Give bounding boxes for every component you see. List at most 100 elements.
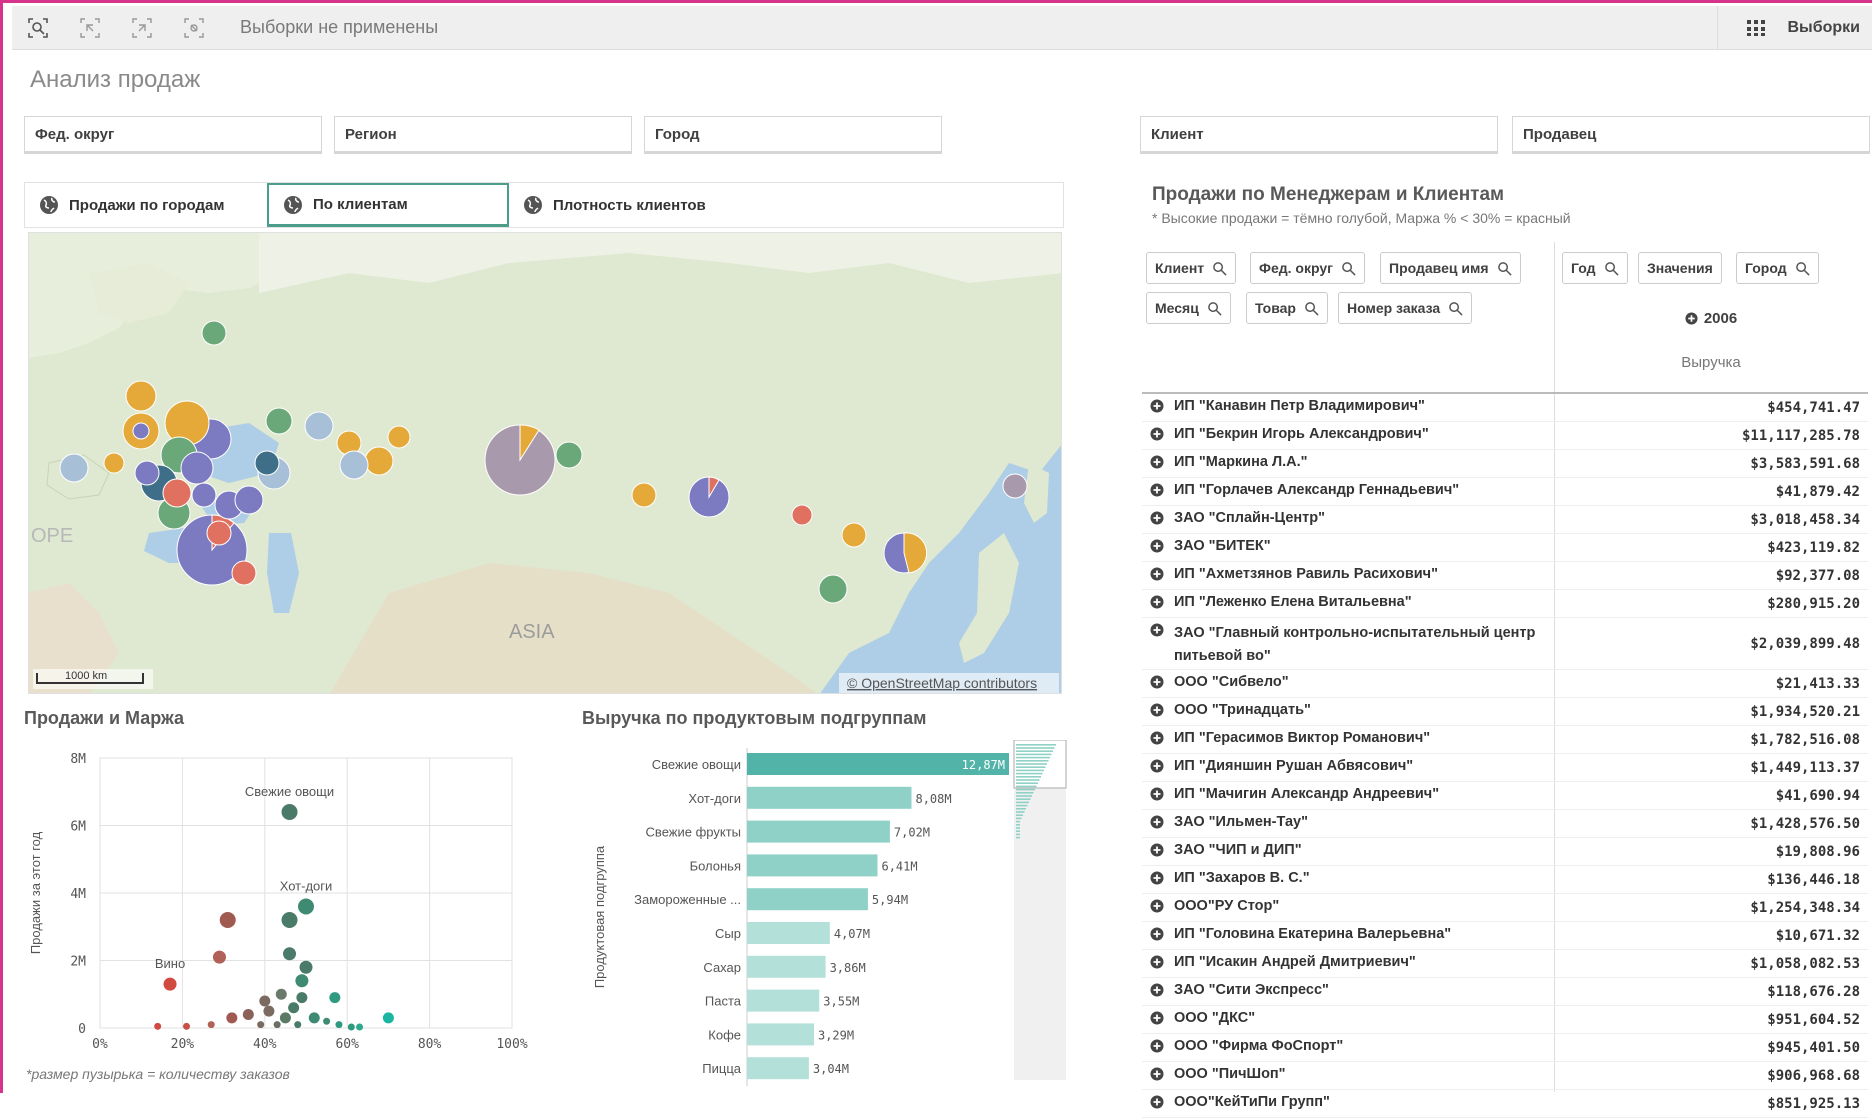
table-row[interactable]: ИП "Головина Екатерина Валерьевна"$10,67… (1142, 922, 1868, 950)
bar[interactable] (747, 1023, 814, 1045)
clear-all-icon[interactable] (168, 6, 220, 50)
city-bubble[interactable] (135, 461, 159, 485)
scatter-point[interactable] (280, 1012, 291, 1023)
city-bubble[interactable] (104, 453, 124, 473)
table-row[interactable]: ЗАО "Ильмен-Тау"$1,428,576.50 (1142, 810, 1868, 838)
table-row[interactable]: ООО "Тринадцать"$1,934,520.21 (1142, 698, 1868, 726)
expand-icon[interactable] (1150, 427, 1164, 441)
table-row[interactable]: ИП "Захаров В. С."$136,446.18 (1142, 866, 1868, 894)
tab-sales-by-city[interactable]: Продажи по городам (25, 183, 267, 227)
city-bubble[interactable] (181, 452, 213, 484)
expand-icon[interactable] (1150, 759, 1164, 773)
city-bubble[interactable] (842, 523, 866, 547)
filter-city[interactable]: Город (644, 116, 942, 154)
table-row[interactable]: ЗАО "ЧИП и ДИП"$19,808.96 (1142, 838, 1868, 866)
scatter-point[interactable] (323, 1018, 330, 1025)
filter-seller[interactable]: Продавец (1512, 116, 1870, 154)
tab-by-clients[interactable]: По клиентам (267, 183, 509, 227)
expand-icon[interactable] (1150, 675, 1164, 689)
city-bubble[interactable] (163, 479, 191, 507)
scatter-point[interactable] (243, 1009, 254, 1020)
scatter-point[interactable] (154, 1023, 161, 1030)
table-row[interactable]: ИП "Исакин Андрей Дмитриевич"$1,058,082.… (1142, 950, 1868, 978)
bar[interactable] (747, 990, 819, 1012)
scatter-point[interactable] (296, 992, 307, 1003)
scatter-point[interactable] (220, 912, 236, 928)
expand-icon[interactable] (1150, 539, 1164, 553)
scatter-point[interactable] (274, 1021, 281, 1028)
bar[interactable] (747, 787, 911, 809)
table-row[interactable]: ЗАО "Сплайн-Центр"$3,018,458.34 (1142, 506, 1868, 534)
dim-chip-client[interactable]: Клиент (1146, 252, 1236, 284)
city-bubble[interactable] (340, 451, 368, 479)
table-row[interactable]: ИП "Канавин Петр Владимирович"$454,741.4… (1142, 394, 1868, 422)
scatter-point[interactable] (164, 978, 177, 991)
table-row[interactable]: ЗАО "Сити Экспресс"$118,676.28 (1142, 978, 1868, 1006)
city-bubble[interactable] (192, 483, 216, 507)
expand-icon[interactable] (1150, 843, 1164, 857)
table-row[interactable]: ООО "Фирма ФоСпорт"$945,401.50 (1142, 1034, 1868, 1062)
expand-icon[interactable] (1150, 1011, 1164, 1025)
city-bubble[interactable] (60, 454, 88, 482)
expand-icon[interactable] (1150, 511, 1164, 525)
city-bubble[interactable] (556, 442, 582, 468)
table-row[interactable]: ООО "Сибвело"$21,413.33 (1142, 670, 1868, 698)
scatter-point[interactable] (300, 961, 313, 974)
scatter-point[interactable] (282, 804, 298, 820)
city-bubble[interactable] (255, 451, 279, 475)
table-row[interactable]: ИП "Леженко Елена Витальевна"$280,915.20 (1142, 590, 1868, 618)
dim-chip-city[interactable]: Город (1736, 252, 1819, 284)
expand-icon[interactable] (1150, 787, 1164, 801)
selections-tool-button[interactable]: Выборки (1717, 6, 1872, 50)
table-row[interactable]: ООО"РУ Стор"$1,254,348.34 (1142, 894, 1868, 922)
city-bubble[interactable] (202, 321, 226, 345)
table-row[interactable]: ИП "Дияншин Рушан Абвясович"$1,449,113.3… (1142, 754, 1868, 782)
scatter-point[interactable] (263, 1006, 274, 1017)
dim-chip-values[interactable]: Значения (1638, 252, 1722, 284)
scatter-point[interactable] (183, 1023, 190, 1030)
step-back-icon[interactable] (64, 6, 116, 50)
expand-icon[interactable] (1150, 483, 1164, 497)
city-bubble[interactable] (232, 561, 256, 585)
city-bubble[interactable] (235, 486, 263, 514)
step-forward-icon[interactable] (116, 6, 168, 50)
filter-client[interactable]: Клиент (1140, 116, 1498, 154)
table-row[interactable]: ЗАО "БИТЕК"$423,119.82 (1142, 534, 1868, 562)
scatter-point[interactable] (276, 989, 287, 1000)
table-row[interactable]: ИП "Бекрин Игорь Александрович"$11,117,2… (1142, 422, 1868, 450)
dim-chip-seller[interactable]: Продавец имя (1380, 252, 1521, 284)
city-bubble[interactable] (266, 408, 292, 434)
table-row[interactable]: ИП "Мачигин Александр Андреевич"$41,690.… (1142, 782, 1868, 810)
city-bubble[interactable] (388, 426, 410, 448)
bar[interactable] (747, 956, 826, 978)
expand-icon[interactable] (1150, 927, 1164, 941)
bar-chart[interactable]: Продуктовая подгруппаСвежие овощи12,87MХ… (582, 740, 1072, 1086)
city-bubble[interactable] (1003, 474, 1027, 498)
smart-search-icon[interactable] (12, 6, 64, 50)
city-bubble[interactable] (207, 521, 231, 545)
filter-fed-okrug[interactable]: Фед. округ (24, 116, 322, 154)
dim-chip-product[interactable]: Товар (1246, 292, 1328, 324)
bar[interactable] (747, 888, 868, 910)
table-row[interactable]: ЗАО "Главный контрольно-испытательный це… (1142, 618, 1868, 670)
table-row[interactable]: ИП "Ахметзянов Равиль Расихович"$92,377.… (1142, 562, 1868, 590)
table-row[interactable]: ООО "ПичШоп"$906,968.68 (1142, 1062, 1868, 1090)
scatter-point[interactable] (335, 1021, 342, 1028)
dim-chip-month[interactable]: Месяц (1146, 292, 1231, 324)
scatter-point[interactable] (329, 992, 340, 1003)
dim-chip-fed-okrug[interactable]: Фед. округ (1250, 252, 1365, 284)
filter-region[interactable]: Регион (334, 116, 632, 154)
table-row[interactable]: ИП "Герасимов Виктор Романович"$1,782,51… (1142, 726, 1868, 754)
column-header-year[interactable]: 2006 (1556, 302, 1866, 336)
scatter-point[interactable] (348, 1023, 355, 1030)
expand-icon[interactable] (1150, 703, 1164, 717)
table-row[interactable]: ИП "Горлачев Александр Геннадьевич"$41,8… (1142, 478, 1868, 506)
scatter-point[interactable] (295, 974, 308, 987)
scatter-point[interactable] (226, 1012, 237, 1023)
city-bubble[interactable] (126, 381, 156, 411)
city-bubble[interactable] (365, 447, 393, 475)
city-bubble[interactable] (305, 412, 333, 440)
scatter-point[interactable] (356, 1023, 363, 1030)
expand-icon[interactable] (1150, 623, 1164, 637)
expand-icon[interactable] (1150, 899, 1164, 913)
